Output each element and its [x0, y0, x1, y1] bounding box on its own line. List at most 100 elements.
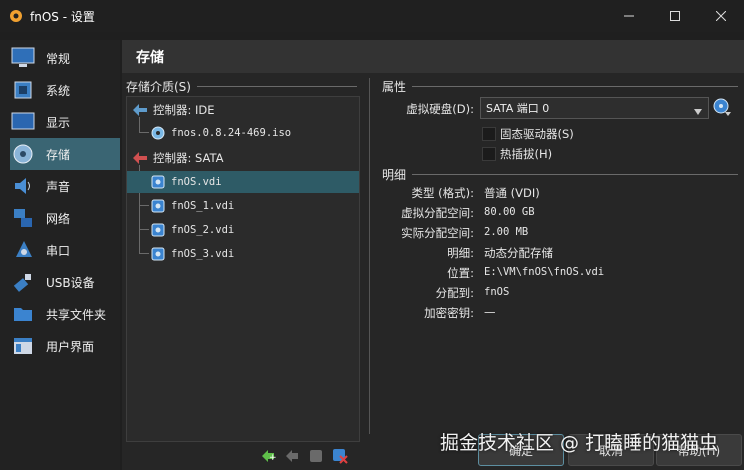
- storage-tree-title: 存储介质(S): [126, 80, 191, 94]
- attachment-label: fnOS.vdi: [171, 176, 222, 188]
- sidebar-item-system[interactable]: 系统: [10, 74, 120, 106]
- hard-disk-select[interactable]: SATA 端口 0: [480, 97, 709, 119]
- serial-port-icon: [10, 237, 36, 263]
- tree-controller-sata[interactable]: 控制器: SATA: [127, 147, 359, 169]
- folder-icon: [10, 301, 36, 327]
- detail-label-virtual-size: 虚拟分配空间:: [401, 206, 474, 220]
- disk-icon: [10, 141, 36, 167]
- sidebar-item-label: 共享文件夹: [46, 307, 107, 322]
- attributes-heading: 属性: [382, 78, 739, 95]
- detail-value-actual-size: 2.00 MB: [484, 226, 529, 238]
- sidebar-item-label: 常规: [46, 51, 71, 66]
- remove-attachment-button[interactable]: [332, 448, 348, 464]
- minimize-icon: [624, 15, 634, 17]
- hard-disk-icon: [151, 223, 165, 237]
- close-icon: [716, 11, 726, 21]
- sidebar-item-serial[interactable]: 串口: [10, 234, 120, 266]
- hard-disk-icon: [151, 199, 165, 213]
- controller-label: 控制器: SATA: [153, 151, 224, 165]
- hard-disk-icon: [151, 247, 165, 261]
- sidebar-item-usb[interactable]: USB设备: [10, 266, 120, 298]
- sidebar-item-audio[interactable]: 声音: [10, 170, 120, 202]
- add-controller-button[interactable]: +: [260, 448, 276, 464]
- monitor-icon: [10, 45, 36, 71]
- details-title: 明细: [382, 168, 407, 182]
- maximize-icon: [670, 11, 680, 21]
- hard-disk-icon: [151, 175, 165, 189]
- sidebar-item-label: 用户界面: [46, 339, 95, 354]
- detail-label-details: 明细:: [447, 246, 474, 260]
- maximize-button[interactable]: [652, 0, 698, 32]
- attachment-label: fnOS_3.vdi: [171, 248, 235, 260]
- attachment-label: fnOS_1.vdi: [171, 200, 235, 212]
- window-title: fnOS - 设置: [30, 9, 95, 24]
- add-disk-icon: [310, 450, 322, 462]
- choose-disk-button[interactable]: [712, 97, 732, 117]
- hard-disk-label: 虚拟硬盘(D):: [406, 102, 474, 116]
- detail-label-attached-to: 分配到:: [435, 286, 474, 300]
- close-button[interactable]: [698, 0, 744, 32]
- sidebar-item-storage[interactable]: 存储: [10, 138, 120, 170]
- chip-icon: [10, 77, 36, 103]
- chevron-down-icon: [694, 104, 702, 118]
- window-icon: [10, 333, 36, 359]
- detail-label-encryption-key: 加密密钥:: [424, 306, 474, 320]
- sidebar-item-label: 声音: [46, 179, 71, 194]
- details-heading: 明细: [382, 166, 739, 183]
- tree-item-disk-3[interactable]: fnOS_3.vdi: [127, 243, 359, 265]
- sidebar-item-network[interactable]: 网络: [10, 202, 120, 234]
- sidebar-item-label: 网络: [46, 211, 71, 226]
- sidebar-item-label: 串口: [46, 243, 71, 258]
- ide-controller-icon: [133, 103, 147, 117]
- tree-item-disk-0[interactable]: fnOS.vdi: [127, 171, 359, 193]
- tree-item-disk-1[interactable]: fnOS_1.vdi: [127, 195, 359, 217]
- sidebar-item-display[interactable]: 显示: [10, 106, 120, 138]
- minimize-button[interactable]: [606, 0, 652, 32]
- disk-menu-icon: [713, 98, 731, 116]
- hard-disk-select-value: SATA 端口 0: [486, 102, 550, 115]
- detail-value-virtual-size: 80.00 GB: [484, 206, 535, 218]
- storage-tree[interactable]: 控制器: IDE fnos.0.8.24-469.iso 控制器: SATA f…: [126, 96, 360, 442]
- page-header: 存储: [122, 40, 744, 73]
- solid-state-checkbox[interactable]: [482, 127, 496, 141]
- sidebar-item-shared-folders[interactable]: 共享文件夹: [10, 298, 120, 330]
- storage-tree-heading: 存储介质(S): [126, 78, 357, 95]
- title-bar: fnOS - 设置: [0, 0, 744, 32]
- attachment-label: fnOS_2.vdi: [171, 224, 235, 236]
- detail-label-actual-size: 实际分配空间:: [401, 226, 474, 240]
- controller-label: 控制器: IDE: [153, 103, 215, 117]
- detail-value-details: 动态分配存储: [484, 246, 553, 260]
- optical-disc-icon: [151, 126, 165, 140]
- sidebar-item-general[interactable]: 常规: [10, 42, 120, 74]
- gear-icon: [8, 8, 24, 24]
- sidebar-item-label: 系统: [46, 83, 71, 98]
- tree-item-iso[interactable]: fnos.0.8.24-469.iso: [127, 122, 359, 144]
- remove-disk-icon: [333, 449, 348, 464]
- page-title: 存储: [136, 49, 164, 66]
- solid-state-label: 固态驱动器(S): [500, 127, 574, 141]
- add-icon: +: [262, 450, 276, 463]
- watermark: 掘金技术社区 @ 打瞌睡的猫猫虫: [440, 432, 719, 454]
- remove-controller-icon: [286, 450, 298, 462]
- network-icon: [10, 205, 36, 231]
- hot-plug-checkbox[interactable]: [482, 147, 496, 161]
- hot-plug-label: 热插拔(H): [500, 147, 553, 161]
- sata-controller-icon: [133, 151, 147, 165]
- svg-text:+: +: [269, 453, 276, 463]
- tree-item-disk-2[interactable]: fnOS_2.vdi: [127, 219, 359, 241]
- attachment-label: fnos.0.8.24-469.iso: [171, 127, 292, 139]
- speaker-icon: [10, 173, 36, 199]
- sidebar-item-label: 存储: [46, 147, 71, 162]
- tree-controller-ide[interactable]: 控制器: IDE: [127, 99, 359, 121]
- detail-value-location: E:\VM\fnOS\fnOS.vdi: [484, 266, 605, 278]
- sidebar-item-user-interface[interactable]: 用户界面: [10, 330, 120, 362]
- detail-value-encryption-key: —: [484, 305, 496, 319]
- sidebar-item-label: USB设备: [46, 275, 95, 290]
- detail-label-type: 类型 (格式):: [411, 186, 474, 200]
- detail-label-location: 位置:: [447, 266, 474, 280]
- remove-controller-button[interactable]: [284, 448, 300, 464]
- add-attachment-button[interactable]: [308, 448, 324, 464]
- detail-value-type: 普通 (VDI): [484, 186, 540, 200]
- attributes-title: 属性: [382, 80, 407, 94]
- display-icon: [10, 109, 36, 135]
